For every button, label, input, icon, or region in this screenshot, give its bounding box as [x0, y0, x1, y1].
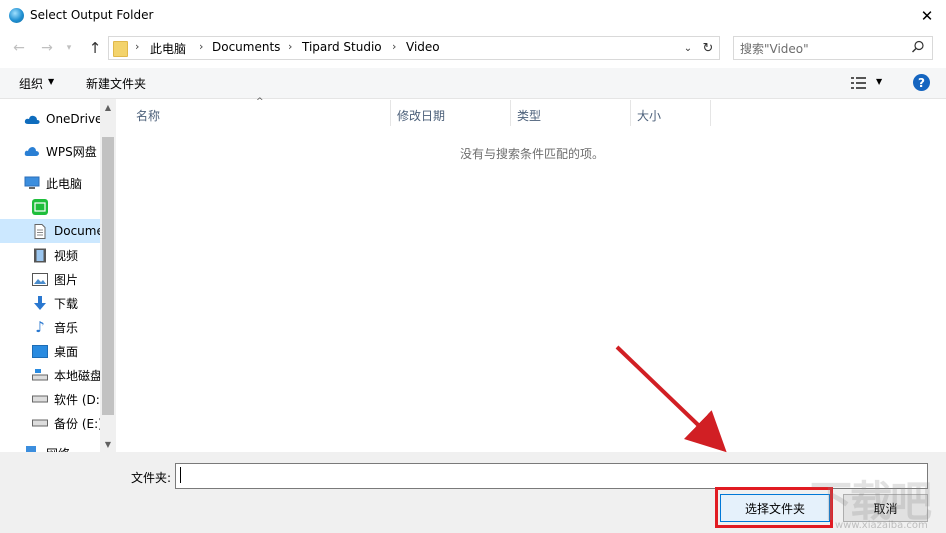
back-arrow-icon[interactable]: ← — [9, 38, 29, 58]
nav-item-label: OneDrive — [46, 112, 103, 126]
breadcrumb-video[interactable]: Video — [406, 40, 440, 54]
search-icon[interactable] — [911, 40, 925, 54]
folder-label: 文件夹: — [131, 471, 172, 485]
view-chevron-down-icon[interactable]: ▼ — [876, 77, 882, 86]
drive-icon — [32, 416, 48, 430]
organize-button[interactable]: 组织 — [19, 75, 43, 92]
breadcrumb-tipard-studio[interactable]: Tipard Studio — [302, 40, 382, 54]
new-folder-button[interactable]: 新建文件夹 — [86, 75, 146, 92]
breadcrumb-separator[interactable]: › — [288, 40, 292, 53]
nav-item-label: 桌面 — [54, 344, 79, 359]
column-header-size[interactable]: 大小 — [637, 107, 661, 124]
nav-item-label: 软件 (D:) — [54, 392, 105, 407]
up-arrow-icon[interactable]: ↑ — [84, 38, 106, 58]
scroll-down-arrow-icon[interactable]: ▼ — [100, 436, 116, 452]
nav-item-label: 备份 (E:) — [54, 416, 103, 431]
column-divider[interactable] — [510, 100, 511, 126]
nav-item-label: 视频 — [54, 248, 79, 263]
column-header-name[interactable]: 名称 — [136, 107, 160, 124]
recent-locations-chevron-icon[interactable]: ▾ — [62, 38, 76, 58]
help-icon[interactable]: ? — [913, 74, 930, 91]
breadcrumb-this-pc[interactable]: 此电脑 — [150, 40, 186, 57]
nav-item-label: 此电脑 — [46, 176, 83, 191]
column-header-type[interactable]: 类型 — [517, 107, 541, 124]
navigation-pane: OneDrive WPS网盘 此电脑 Documents 视频 图片 下载 ♪ … — [0, 99, 116, 452]
document-icon — [32, 223, 48, 239]
folder-icon — [113, 41, 128, 57]
column-divider[interactable] — [630, 100, 631, 126]
sort-ascending-icon: ^ — [256, 97, 264, 107]
chevron-down-icon[interactable]: ▼ — [48, 77, 54, 86]
scroll-up-arrow-icon[interactable]: ▲ — [100, 99, 116, 115]
search-placeholder: 搜索"Video" — [740, 42, 809, 56]
window-title: Select Output Folder — [30, 8, 154, 22]
video-icon — [32, 248, 48, 262]
nav-item-label: 图片 — [54, 272, 79, 287]
scrollbar-thumb[interactable] — [102, 137, 114, 415]
breadcrumb-separator[interactable]: › — [199, 40, 203, 53]
drive-icon — [32, 392, 48, 406]
nav-item-label: 音乐 — [54, 320, 79, 335]
breadcrumb-separator[interactable]: › — [135, 40, 139, 53]
breadcrumb-documents[interactable]: Documents — [212, 40, 280, 54]
iqiyi-icon — [32, 199, 48, 215]
picture-icon — [32, 272, 48, 286]
column-divider[interactable] — [390, 100, 391, 126]
download-icon — [32, 295, 48, 310]
refresh-icon[interactable]: ↻ — [700, 40, 716, 56]
column-divider[interactable] — [710, 100, 711, 126]
music-icon: ♪ — [35, 318, 45, 336]
drive-icon — [32, 368, 48, 382]
watermark-url: www.xiazaiba.com — [835, 520, 928, 531]
app-globe-icon — [9, 8, 24, 23]
text-caret — [180, 467, 181, 483]
nav-item-label: WPS网盘 — [46, 144, 97, 159]
wps-cloud-icon — [24, 144, 40, 158]
desktop-icon — [32, 344, 48, 358]
breadcrumb-separator[interactable]: › — [392, 40, 396, 53]
address-dropdown-chevron-icon[interactable]: ⌄ — [680, 40, 696, 56]
nav-item-label: 网络 — [46, 445, 70, 453]
nav-item-label: 下载 — [54, 296, 79, 311]
onedrive-icon — [24, 112, 40, 126]
forward-arrow-icon[interactable]: → — [37, 38, 57, 58]
empty-result-message: 没有与搜索条件匹配的项。 — [460, 147, 605, 161]
column-header-date-modified[interactable]: 修改日期 — [397, 107, 445, 124]
view-options-icon[interactable] — [851, 76, 867, 90]
computer-icon — [24, 176, 40, 190]
close-button[interactable]: ✕ — [908, 0, 946, 32]
